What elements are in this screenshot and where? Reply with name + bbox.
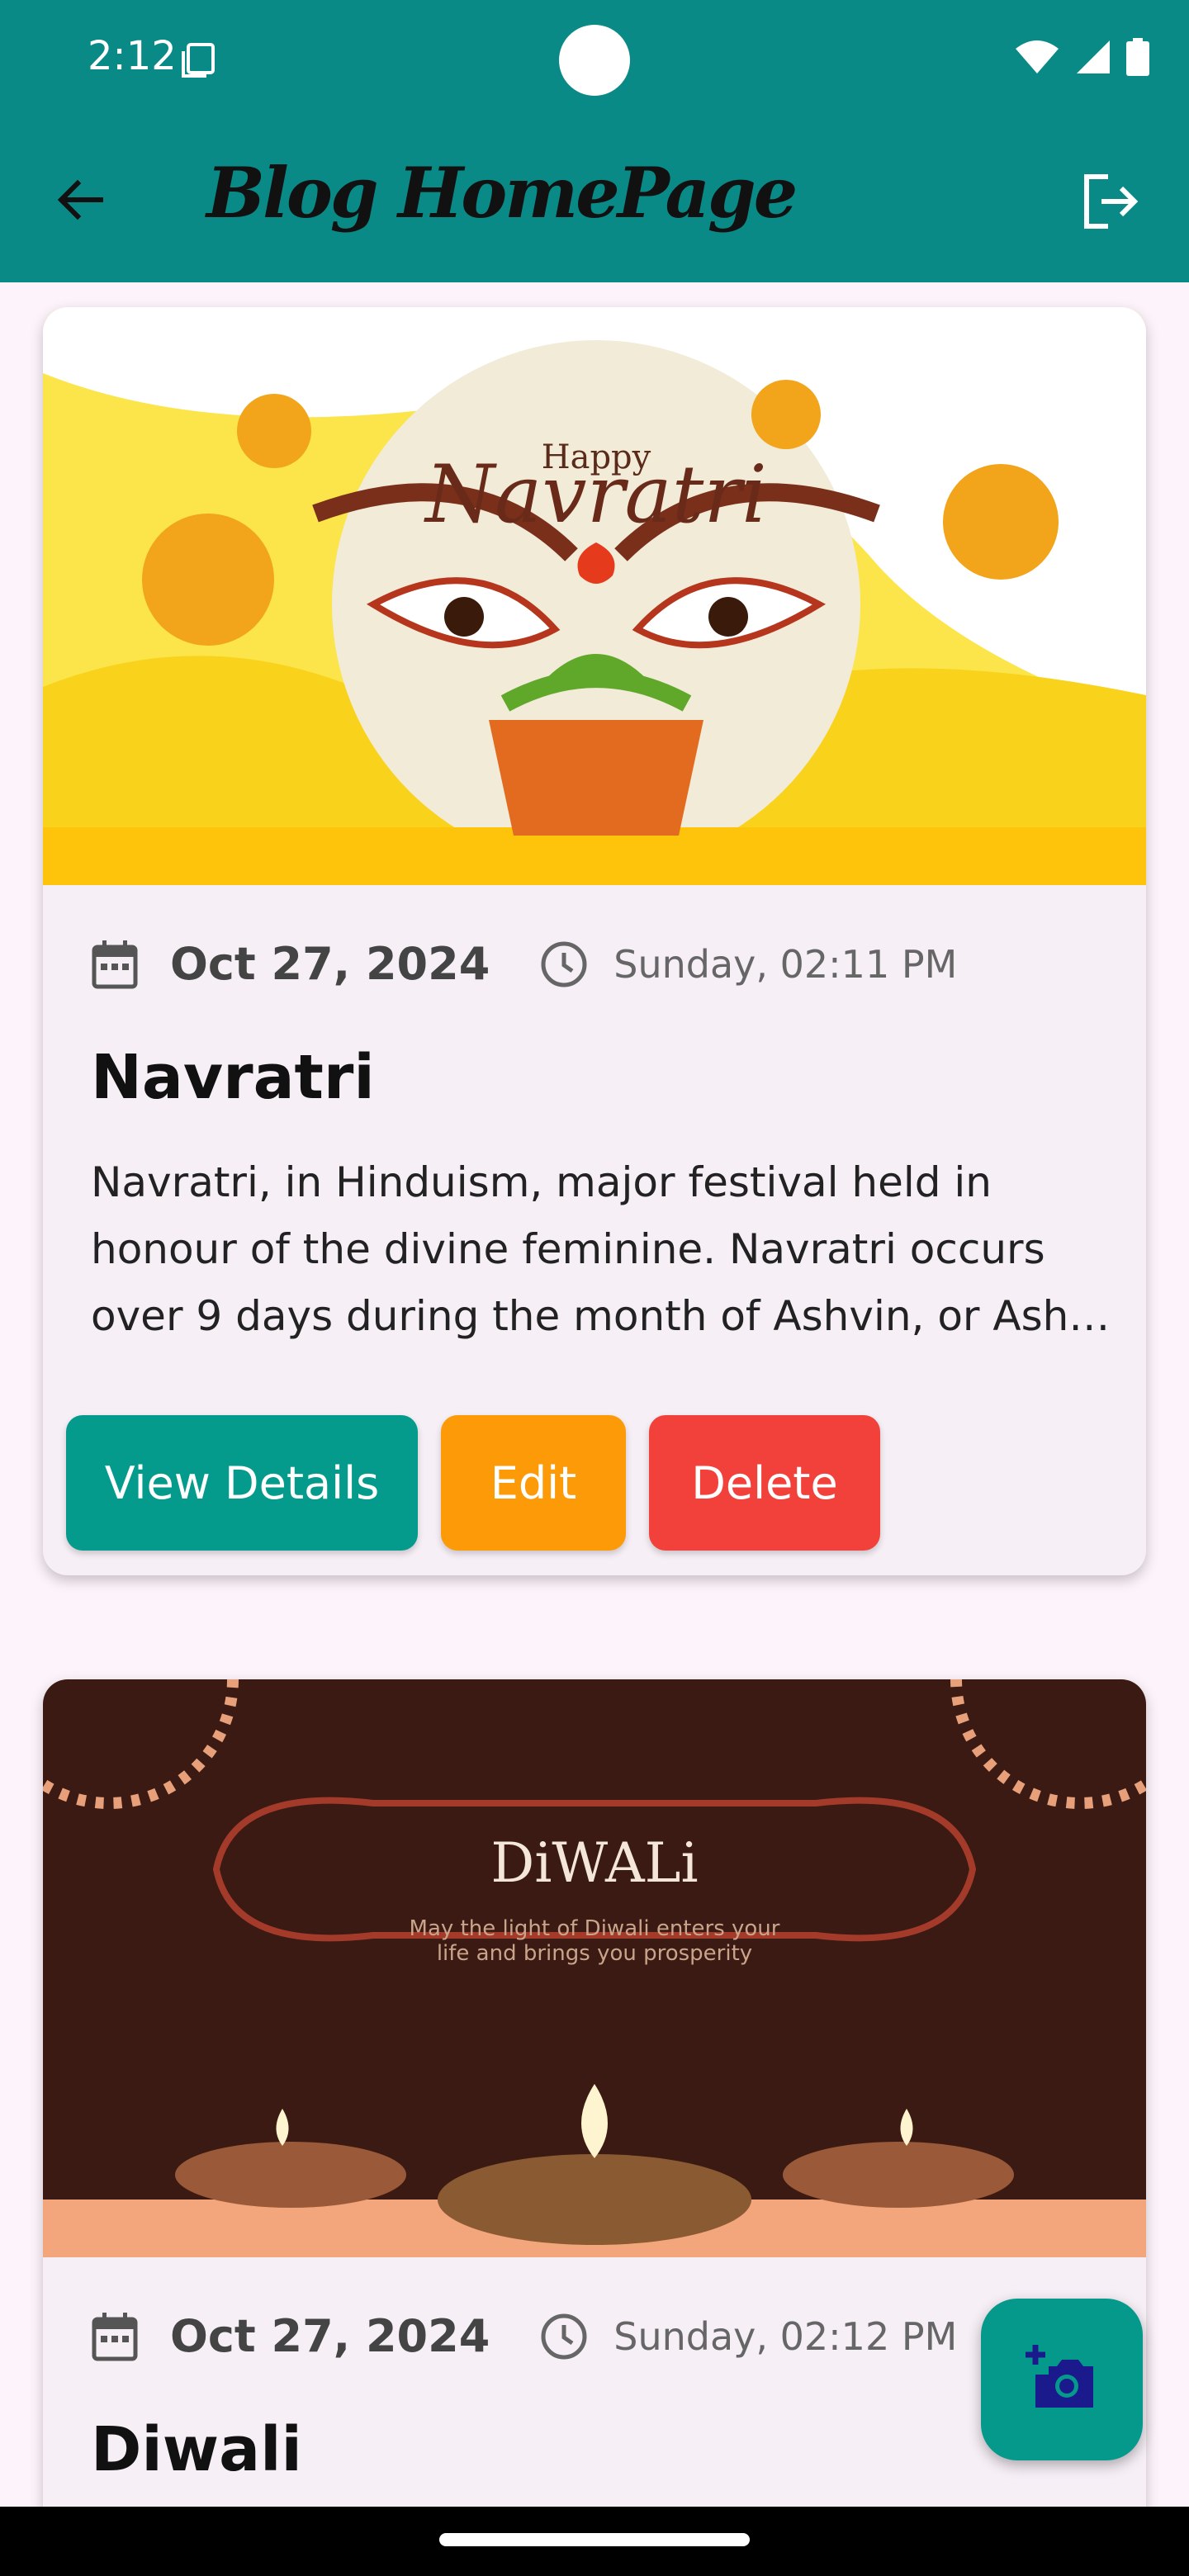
image-subtext: May the light of Diwali enters your [410, 1916, 780, 1941]
post-card: DiWALi May the light of Diwali enters yo… [43, 1679, 1146, 2576]
delete-button[interactable]: Delete [649, 1415, 880, 1551]
page-title: Blog HomePage [206, 152, 798, 234]
add-photo-icon [1026, 2345, 1093, 2408]
description-line: Navratri, in Hinduism, major festival he… [91, 1158, 992, 1206]
status-bar: 2:12 [0, 0, 1189, 119]
post-title: Diwali [91, 2414, 302, 2485]
system-nav-bar [0, 2507, 1189, 2576]
description-line: honour of the divine feminine. Navratri … [91, 1225, 1045, 1273]
description-line: over 9 days during the month of Ashvin, … [91, 1292, 1106, 1340]
post-description: Navratri, in Hinduism, major festival he… [91, 1149, 1106, 1350]
signal-icon [1077, 40, 1110, 73]
app-bar: Blog HomePage [0, 119, 1189, 282]
image-subtext: life and brings you prosperity [437, 1941, 752, 1966]
post-time: Sunday, 02:11 PM [613, 941, 958, 987]
image-text-diwali: DiWALi [490, 1831, 698, 1895]
status-time: 2:12 [88, 33, 177, 79]
calendar-icon [92, 2312, 138, 2361]
clock-icon [541, 941, 587, 987]
add-photo-fab[interactable] [981, 2299, 1143, 2460]
edit-button[interactable]: Edit [441, 1415, 626, 1551]
arrow-left-icon[interactable] [51, 170, 111, 230]
post-time: Sunday, 02:12 PM [613, 2313, 958, 2359]
post-date: Oct 27, 2024 [170, 938, 490, 990]
post-title: Navratri [91, 1042, 375, 1113]
post-meta: Oct 27, 2024 Sunday, 02:12 PM [91, 2310, 957, 2362]
view-details-button[interactable]: View Details [66, 1415, 418, 1551]
post-card: Happy Navratri Oct 27, 2024 Sunday, 02:1… [43, 307, 1146, 1575]
clock-icon [541, 2313, 587, 2359]
screenshot-icon [182, 43, 215, 78]
wifi-icon [1016, 40, 1059, 73]
post-image: Happy Navratri [43, 307, 1146, 885]
camera-cutout [559, 25, 630, 96]
image-text-navratri: Navratri [424, 448, 767, 541]
post-meta: Oct 27, 2024 Sunday, 02:11 PM [91, 938, 957, 990]
logout-icon[interactable] [1080, 170, 1143, 233]
home-gesture-handle[interactable] [439, 2533, 750, 2546]
battery-icon [1126, 38, 1149, 76]
post-date: Oct 27, 2024 [170, 2310, 490, 2362]
post-image: DiWALi May the light of Diwali enters yo… [43, 1679, 1146, 2257]
status-icons [1014, 38, 1149, 76]
calendar-icon [92, 940, 138, 988]
